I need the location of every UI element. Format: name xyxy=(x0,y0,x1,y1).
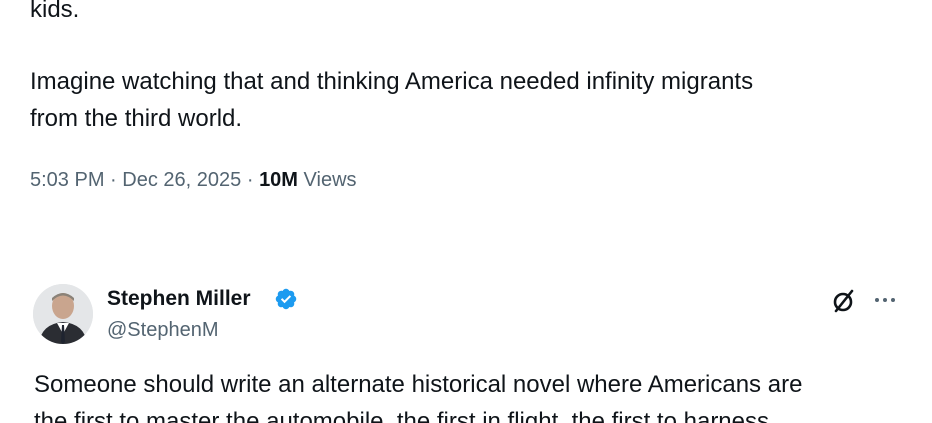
verified-badge-icon xyxy=(275,288,297,310)
views-label: Views xyxy=(303,169,357,191)
meta-separator: · xyxy=(110,169,117,191)
tweet-time[interactable]: 5:03 PM xyxy=(30,169,104,191)
avatar[interactable] xyxy=(33,284,93,344)
tweet-meta: 5:03 PM · Dec 26, 2025 · 10M Views xyxy=(30,166,357,194)
tweet-text-line: Someone should write an alternate histor… xyxy=(34,371,803,398)
avatar-image xyxy=(33,284,93,344)
author-handle[interactable]: @StephenM xyxy=(107,317,218,343)
more-options-icon[interactable] xyxy=(872,288,898,312)
grok-icon[interactable] xyxy=(830,287,858,315)
author-name[interactable]: Stephen Miller xyxy=(107,285,251,313)
views-count[interactable]: 10M xyxy=(259,169,298,191)
tweet-text-line: from the third world. xyxy=(30,105,243,132)
tweet-text-line: Imagine watching that and thinking Ameri… xyxy=(30,68,754,95)
tweet-date[interactable]: Dec 26, 2025 xyxy=(122,169,241,191)
tweet-text-line: kids. xyxy=(30,0,80,23)
meta-separator: · xyxy=(246,169,254,191)
tweet-text-line: the first to master the automobile, the … xyxy=(34,408,769,423)
